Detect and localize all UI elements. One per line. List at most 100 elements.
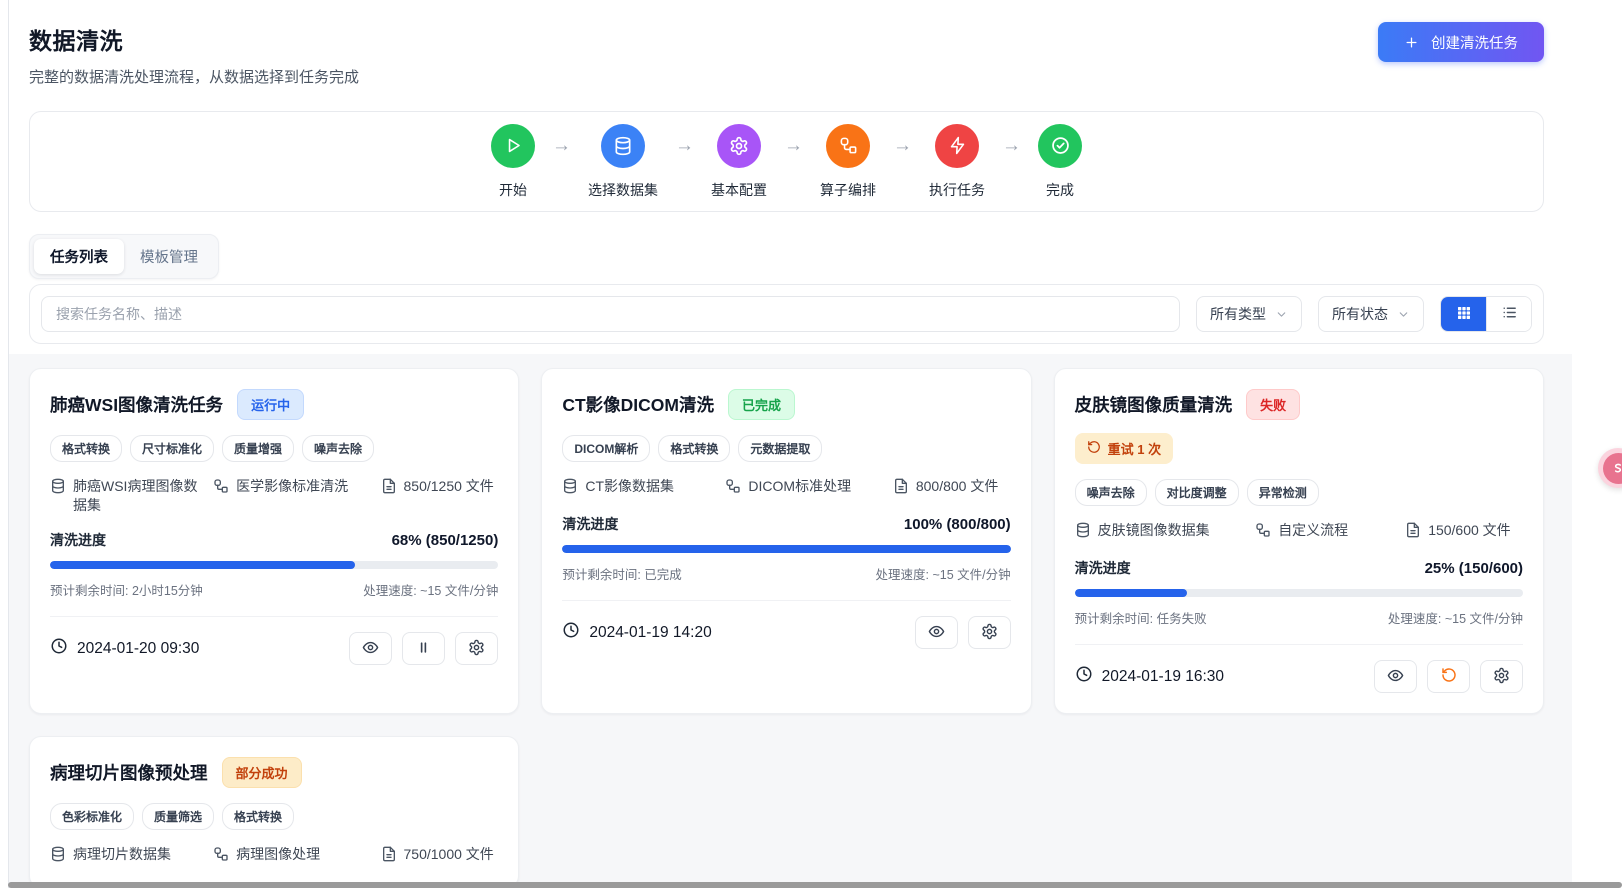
type-filter-dropdown[interactable]: 所有类型 xyxy=(1196,296,1302,332)
status-filter-value: 所有状态 xyxy=(1332,304,1388,324)
tag: 尺寸标准化 xyxy=(130,435,214,462)
files-meta: 800/800 文件 xyxy=(893,477,1011,499)
progress-bar xyxy=(1075,589,1523,597)
retry-badge-label: 重试 1 次 xyxy=(1108,439,1161,458)
retry-badge: 重试 1 次 xyxy=(1075,433,1173,464)
app-container: 数据清洗 完整的数据清洗处理流程，从数据选择到任务完成 创建清洗任务 开始 → … xyxy=(8,0,1622,888)
clock-icon xyxy=(562,621,580,644)
card-divider xyxy=(562,600,1010,601)
grid-view-button[interactable] xyxy=(1441,297,1486,331)
files-count: 750/1000 文件 xyxy=(404,845,494,864)
dataset-name: CT影像数据集 xyxy=(585,477,674,496)
status-filter-dropdown[interactable]: 所有状态 xyxy=(1318,296,1424,332)
clock-icon xyxy=(50,637,68,660)
dataset-meta: 皮肤镜图像数据集 xyxy=(1075,521,1250,543)
status-badge: 已完成 xyxy=(728,389,795,420)
workflow-icon xyxy=(213,845,229,867)
files-count: 850/1250 文件 xyxy=(404,477,494,496)
files-meta: 850/1250 文件 xyxy=(381,477,499,515)
lightning-icon xyxy=(935,124,979,168)
gear-icon xyxy=(468,639,485,659)
arrow-right-icon: → xyxy=(675,124,694,157)
remaining-time: 预计剩余时间: 2小时15分钟 xyxy=(50,580,203,599)
processing-speed: 处理速度: ~15 文件/分钟 xyxy=(876,564,1011,583)
settings-button[interactable] xyxy=(455,632,498,665)
files-count: 150/600 文件 xyxy=(1428,521,1511,540)
pause-button[interactable] xyxy=(402,632,445,665)
create-task-button[interactable]: 创建清洗任务 xyxy=(1378,22,1544,62)
database-icon xyxy=(50,845,66,867)
play-icon xyxy=(491,124,535,168)
tag: DICOM解析 xyxy=(562,435,650,462)
status-badge: 部分成功 xyxy=(222,757,302,788)
progress-value: 25% (150/600) xyxy=(1425,560,1523,577)
tag: 色彩标准化 xyxy=(50,803,134,830)
task-card: 皮肤镜图像质量清洗 失败 重试 1 次 噪声去除 对比度调整 异常检测 xyxy=(1054,368,1544,714)
progress-label: 清洗进度 xyxy=(1075,558,1131,578)
pause-icon xyxy=(416,640,431,658)
task-tags: 格式转换 尺寸标准化 质量增强 噪声去除 xyxy=(50,435,498,462)
view-button[interactable] xyxy=(915,616,958,649)
progress-bar-fill xyxy=(50,561,355,569)
search-input[interactable] xyxy=(41,296,1180,332)
retry-icon xyxy=(1441,667,1457,686)
settings-button[interactable] xyxy=(968,616,1011,649)
list-view-button[interactable] xyxy=(1486,297,1531,331)
processing-speed: 处理速度: ~15 文件/分钟 xyxy=(1388,608,1523,627)
type-filter-value: 所有类型 xyxy=(1210,304,1266,324)
file-icon xyxy=(893,477,909,499)
pipeline-name: 病理图像处理 xyxy=(236,845,320,864)
database-icon xyxy=(562,477,578,499)
eye-icon xyxy=(362,639,379,659)
workflow-icon xyxy=(1255,521,1271,543)
task-title: CT影像DICOM清洗 xyxy=(562,392,714,417)
eye-icon xyxy=(1387,667,1404,687)
progress-bar-fill xyxy=(1075,589,1187,597)
list-icon xyxy=(1501,304,1518,324)
database-icon xyxy=(1075,521,1091,543)
workflow-step-start: 开始 xyxy=(491,124,535,200)
view-button[interactable] xyxy=(1374,660,1417,693)
workflow-step-dataset: 选择数据集 xyxy=(588,124,658,200)
workflow-step-label: 基本配置 xyxy=(711,180,767,200)
pipeline-meta: DICOM标准处理 xyxy=(725,477,886,499)
task-cards-grid: 肺癌WSI图像清洗任务 运行中 格式转换 尺寸标准化 质量增强 噪声去除 肺癌W… xyxy=(29,368,1544,888)
dataset-name: 病理切片数据集 xyxy=(73,845,171,864)
pipeline-meta: 医学影像标准清洗 xyxy=(213,477,374,515)
task-datetime-value: 2024-01-19 16:30 xyxy=(1102,668,1224,686)
pipeline-name: 医学影像标准清洗 xyxy=(236,477,348,496)
workflow-step-done: 完成 xyxy=(1038,124,1082,200)
view-button[interactable] xyxy=(349,632,392,665)
settings-button[interactable] xyxy=(1480,660,1523,693)
file-icon xyxy=(381,845,397,867)
check-circle-icon xyxy=(1038,124,1082,168)
horizontal-scrollbar[interactable] xyxy=(8,882,1622,888)
workflow-step-label: 算子编排 xyxy=(820,180,876,200)
plus-icon xyxy=(1404,35,1419,50)
eye-icon xyxy=(928,623,945,643)
clock-icon xyxy=(1075,665,1093,688)
tag: 异常检测 xyxy=(1247,479,1319,506)
page-header-text: 数据清洗 完整的数据清洗处理流程，从数据选择到任务完成 xyxy=(29,22,359,87)
tab-task-list[interactable]: 任务列表 xyxy=(34,239,124,274)
database-icon xyxy=(601,124,645,168)
retry-button[interactable] xyxy=(1427,660,1470,693)
dataset-meta: 肺癌WSI病理图像数据集 xyxy=(50,477,207,515)
progress-bar xyxy=(562,545,1010,553)
database-icon xyxy=(50,477,66,499)
workflow-step-label: 开始 xyxy=(499,180,527,200)
card-divider xyxy=(1075,644,1523,645)
workflow-step-label: 执行任务 xyxy=(929,180,985,200)
arrow-right-icon: → xyxy=(784,124,803,157)
task-title: 皮肤镜图像质量清洗 xyxy=(1075,392,1233,417)
tab-template-management[interactable]: 模板管理 xyxy=(124,239,214,274)
files-meta: 150/600 文件 xyxy=(1405,521,1523,543)
dataset-meta: 病理切片数据集 xyxy=(50,845,207,867)
pipeline-meta: 自定义流程 xyxy=(1255,521,1399,543)
task-datetime: 2024-01-19 14:20 xyxy=(562,621,711,644)
status-badge: 失败 xyxy=(1246,389,1300,420)
arrow-right-icon: → xyxy=(1002,124,1021,157)
remaining-time: 预计剩余时间: 任务失败 xyxy=(1075,608,1207,627)
toolbar-panel: 所有类型 所有状态 xyxy=(29,284,1544,344)
workflow-step-operators: 算子编排 xyxy=(820,124,876,200)
